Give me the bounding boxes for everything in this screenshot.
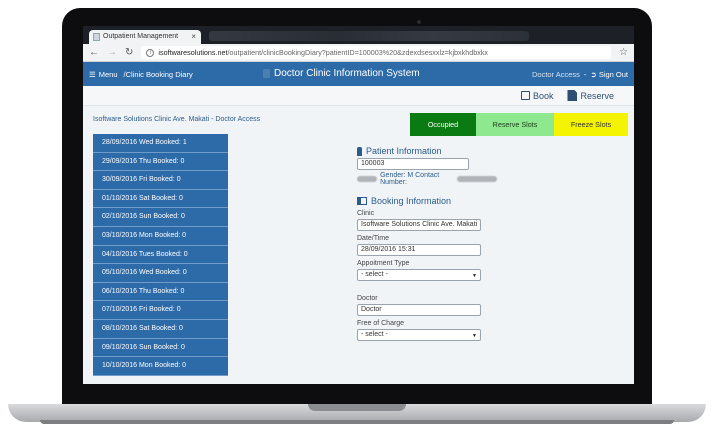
list-item[interactable]: 04/10/2016 Tues Booked: 0 (93, 245, 228, 265)
gender-contact-text: Gender: M Contact Number: (380, 172, 440, 186)
logo-icon (263, 69, 270, 78)
sign-out-button[interactable]: ➲ Sign Out (590, 70, 628, 79)
patient-section-title: Patient Information (357, 146, 497, 156)
forward-arrow-icon[interactable]: → (107, 47, 117, 58)
chevron-down-icon: ▼ (472, 273, 477, 279)
system-title-text: Doctor Clinic Information System (274, 68, 420, 79)
redacted-name (357, 176, 378, 182)
clinic-label: Clinic (357, 210, 375, 217)
appointment-type-value: - select - (361, 271, 388, 278)
list-item[interactable]: 01/10/2016 Sat Booked: 0 (93, 189, 228, 209)
list-item[interactable]: 03/10/2016 Mon Booked: 0 (93, 226, 228, 246)
sign-out-label: Sign Out (598, 70, 628, 79)
menu-button[interactable]: ☰ Menu /Clinic Booking Diary (89, 70, 193, 79)
save-icon (520, 91, 530, 100)
book-icon (357, 197, 367, 205)
free-of-charge-value: - select - (361, 331, 388, 338)
back-arrow-icon[interactable]: ← (89, 47, 99, 58)
datetime-field[interactable]: 28/09/2016 15:31 (357, 244, 481, 256)
header-separator: - (583, 70, 587, 79)
list-item[interactable]: 30/09/2016 Fri Booked: 0 (93, 171, 228, 190)
free-of-charge-select[interactable]: - select - ▼ (357, 329, 481, 341)
toolbar: Book Reserve (83, 86, 634, 106)
screen: Outpatient Management × ← → ↻ i isoftwar… (83, 26, 634, 384)
main-content: Isoftware Solutions Clinic Ave. Makati -… (83, 106, 634, 376)
hamburger-icon: ☰ (89, 69, 96, 79)
list-item[interactable]: 07/10/2016 Fri Booked: 0 (93, 301, 228, 320)
redacted-contact (456, 176, 497, 182)
url-host: isoftwaresolutions.net (158, 48, 228, 57)
day-list: 28/09/2016 Wed Booked: 1 29/09/2016 Thu … (93, 134, 228, 376)
browser-tabbar: Outpatient Management × (83, 26, 634, 44)
booking-form: Patient Information 100003 Gender: M Con… (357, 146, 497, 341)
doctor-label: Doctor (357, 295, 378, 302)
appointment-type-select[interactable]: - select - ▼ (357, 269, 481, 281)
appointment-type-label: Appoitment Type (357, 260, 410, 267)
tab-title: Outpatient Management (103, 33, 179, 40)
patient-details: Gender: M Contact Number: (357, 172, 497, 186)
booking-section-title: Booking Information (357, 196, 497, 206)
list-item[interactable]: 06/10/2016 Thu Booked: 0 (93, 282, 228, 302)
url-input[interactable]: i isoftwaresolutions.net/outpatient/clin… (141, 46, 612, 59)
browser-addressbar: ← → ↻ i isoftwaresolutions.net/outpatien… (83, 44, 634, 62)
list-item[interactable]: 10/10/2016 Mon Booked: 0 (93, 357, 228, 376)
laptop-notch (308, 404, 406, 411)
clinic-caption: Isoftware Solutions Clinic Ave. Makati -… (93, 116, 261, 123)
webcam (417, 20, 421, 24)
reload-icon[interactable]: ↻ (125, 47, 133, 58)
legend-occupied: Occupied (410, 113, 476, 136)
list-item[interactable]: 05/10/2016 Wed Booked: 0 (93, 264, 228, 283)
close-icon[interactable]: × (191, 32, 196, 41)
person-icon (357, 146, 362, 156)
list-item[interactable]: 28/09/2016 Wed Booked: 1 (93, 134, 228, 153)
clinic-field[interactable]: Isoftware Solutions Clinic Ave. Makati (357, 219, 481, 231)
datetime-label: Date/Time (357, 235, 390, 242)
page-icon (93, 33, 100, 41)
header-right: Doctor Access - ➲ Sign Out (532, 70, 628, 79)
document-icon (567, 90, 578, 101)
blurred-tabs (209, 31, 529, 41)
url-path: /outpatient/clinicBookingDiary?patientID… (227, 48, 489, 57)
doctor-field[interactable]: Doctor (357, 304, 481, 316)
patient-section-label: Patient Information (366, 146, 442, 156)
list-item[interactable]: 02/10/2016 Sun Booked: 0 (93, 208, 228, 227)
laptop-foot (40, 420, 674, 424)
legend-reserve-slots: Reserve Slots (476, 113, 554, 136)
book-button[interactable]: Book (520, 90, 554, 101)
menu-label: Menu (98, 69, 118, 79)
info-icon[interactable]: i (146, 48, 155, 57)
patient-id-field[interactable]: 100003 (357, 158, 469, 170)
browser-tab[interactable]: Outpatient Management × (89, 30, 201, 44)
free-of-charge-label: Free of Charge (357, 320, 405, 327)
bookmark-star-icon[interactable]: ☆ (619, 47, 628, 58)
book-label: Book (532, 90, 554, 101)
reserve-button[interactable]: Reserve (567, 90, 614, 101)
reserve-label: Reserve (580, 90, 614, 101)
breadcrumb[interactable]: /Clinic Booking Diary (124, 70, 193, 79)
app-header: ☰ Menu /Clinic Booking Diary Doctor Clin… (83, 62, 634, 86)
chevron-down-icon: ▼ (472, 333, 477, 339)
slot-legend: Occupied Reserve Slots Freeze Slots (410, 113, 628, 136)
list-item[interactable]: 08/10/2016 Sat Booked: 0 (93, 319, 228, 339)
page-title: Doctor Clinic Information System (263, 68, 420, 79)
list-item[interactable]: 29/09/2016 Thu Booked: 0 (93, 152, 228, 172)
sign-out-icon: ➲ (590, 70, 597, 79)
legend-freeze-slots: Freeze Slots (554, 113, 628, 136)
list-item[interactable]: 09/10/2016 Sun Booked: 0 (93, 338, 228, 358)
access-label: Doctor Access (531, 70, 580, 79)
booking-section-label: Booking Information (371, 196, 452, 206)
